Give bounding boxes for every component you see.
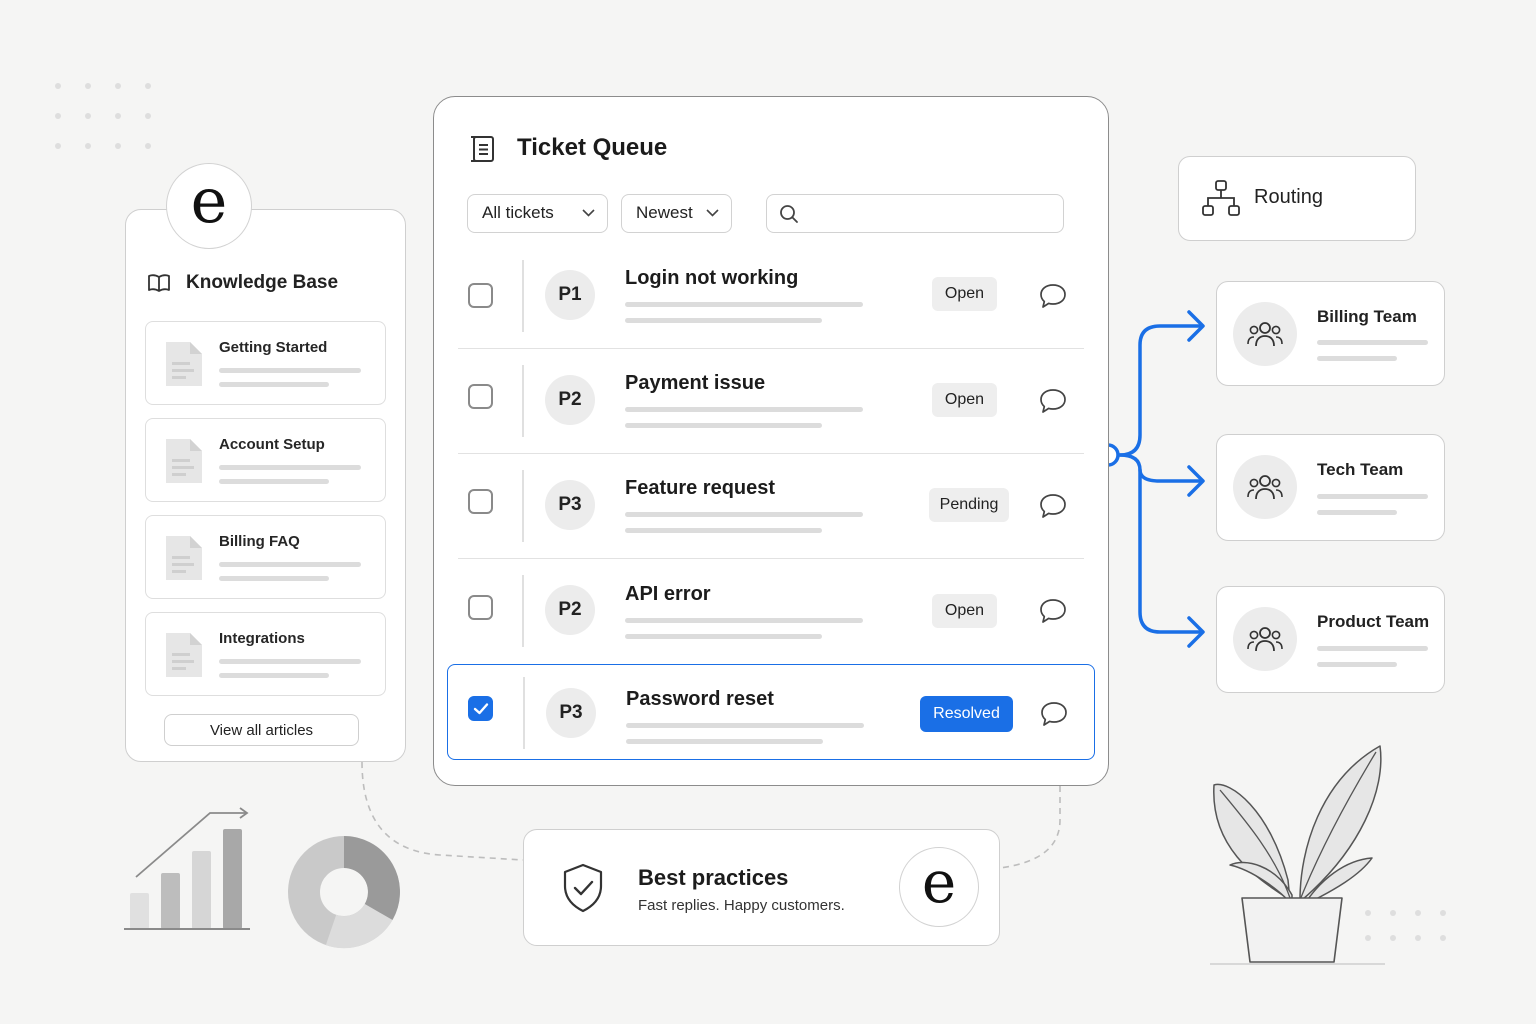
brand-logo: e [166, 163, 252, 249]
priority-badge: P3 [546, 688, 596, 738]
ticket-queue-title: Ticket Queue [517, 134, 668, 161]
priority-badge: P2 [545, 585, 595, 635]
ticket-row[interactable]: P1 Login not working Open [458, 244, 1084, 349]
best-practices-subtitle: Fast replies. Happy customers. [638, 897, 845, 914]
kb-article-account-setup[interactable]: Account Setup [145, 418, 386, 502]
ticket-row[interactable]: P2 Payment issue Open [458, 349, 1084, 454]
ticket-title: Password reset [626, 688, 774, 710]
chevron-down-icon [582, 209, 595, 217]
filter-dropdown[interactable]: All tickets [467, 194, 608, 233]
open-book-icon [148, 274, 170, 292]
sort-dropdown-label: Newest [636, 203, 693, 222]
checkmark-icon [473, 703, 489, 715]
plant-illustration [1210, 745, 1385, 965]
shield-check-icon [563, 863, 603, 913]
donut-chart-illustration [288, 836, 400, 949]
status-badge: Open [932, 594, 997, 628]
comment-icon[interactable] [1038, 282, 1068, 310]
comment-icon[interactable] [1038, 387, 1068, 415]
team-card-product[interactable]: Product Team [1216, 586, 1445, 693]
routing-label: Routing [1254, 186, 1323, 208]
ticket-checkbox[interactable] [468, 384, 493, 409]
ticket-row-selected[interactable]: P3 Password reset Resolved [447, 664, 1095, 760]
view-all-articles-button[interactable]: View all articles [164, 714, 359, 746]
document-icon [166, 536, 202, 580]
team-name: Product Team [1317, 612, 1430, 631]
priority-badge: P2 [545, 375, 595, 425]
ticket-checkbox[interactable] [468, 489, 493, 514]
status-badge: Open [932, 383, 997, 417]
comment-icon[interactable] [1038, 597, 1068, 625]
ticket-title: Payment issue [625, 372, 766, 394]
kb-article-label: Getting Started [219, 339, 328, 356]
status-badge: Open [932, 277, 997, 311]
ticket-title: Login not working [625, 267, 799, 289]
priority-badge: P1 [545, 270, 595, 320]
team-avatar [1233, 455, 1297, 519]
comment-icon[interactable] [1038, 492, 1068, 520]
kb-article-getting-started[interactable]: Getting Started [145, 321, 386, 405]
document-icon [166, 439, 202, 483]
team-avatar [1233, 302, 1297, 366]
ticket-checkbox[interactable] [468, 283, 493, 308]
search-input[interactable] [766, 194, 1064, 233]
team-card-billing[interactable]: Billing Team [1216, 281, 1445, 386]
ticket-checkbox-checked[interactable] [468, 696, 493, 721]
document-icon [166, 342, 202, 386]
best-practices-title: Best practices [638, 865, 789, 890]
brand-logo: e [899, 847, 979, 927]
status-badge: Pending [929, 488, 1009, 522]
ticket-title: Feature request [625, 477, 776, 499]
team-avatar [1233, 607, 1297, 671]
document-icon [166, 633, 202, 677]
kb-article-label: Account Setup [219, 436, 325, 453]
comment-icon[interactable] [1039, 700, 1069, 728]
knowledge-base-title: Knowledge Base [186, 272, 339, 293]
team-card-tech[interactable]: Tech Team [1216, 434, 1445, 541]
kb-article-label: Billing FAQ [219, 533, 300, 550]
search-icon [780, 205, 798, 223]
ticket-title: API error [625, 583, 711, 605]
kb-article-integrations[interactable]: Integrations [145, 612, 386, 696]
chevron-down-icon [706, 209, 719, 217]
ticket-row[interactable]: P2 API error Open [458, 559, 1084, 664]
kb-article-billing-faq[interactable]: Billing FAQ [145, 515, 386, 599]
sort-dropdown[interactable]: Newest [621, 194, 732, 233]
status-badge-resolved: Resolved [920, 696, 1013, 732]
list-icon [471, 136, 494, 162]
bar-chart-illustration [124, 807, 250, 930]
team-icon [1247, 475, 1283, 500]
org-chart-icon [1202, 180, 1240, 216]
ticket-checkbox[interactable] [468, 595, 493, 620]
kb-article-label: Integrations [219, 630, 305, 647]
priority-badge: P3 [545, 480, 595, 530]
team-icon [1247, 322, 1283, 347]
team-name: Billing Team [1317, 307, 1417, 326]
filter-dropdown-label: All tickets [482, 203, 554, 222]
team-icon [1247, 627, 1283, 652]
ticket-row[interactable]: P3 Feature request Pending [458, 454, 1084, 559]
team-name: Tech Team [1317, 460, 1404, 479]
